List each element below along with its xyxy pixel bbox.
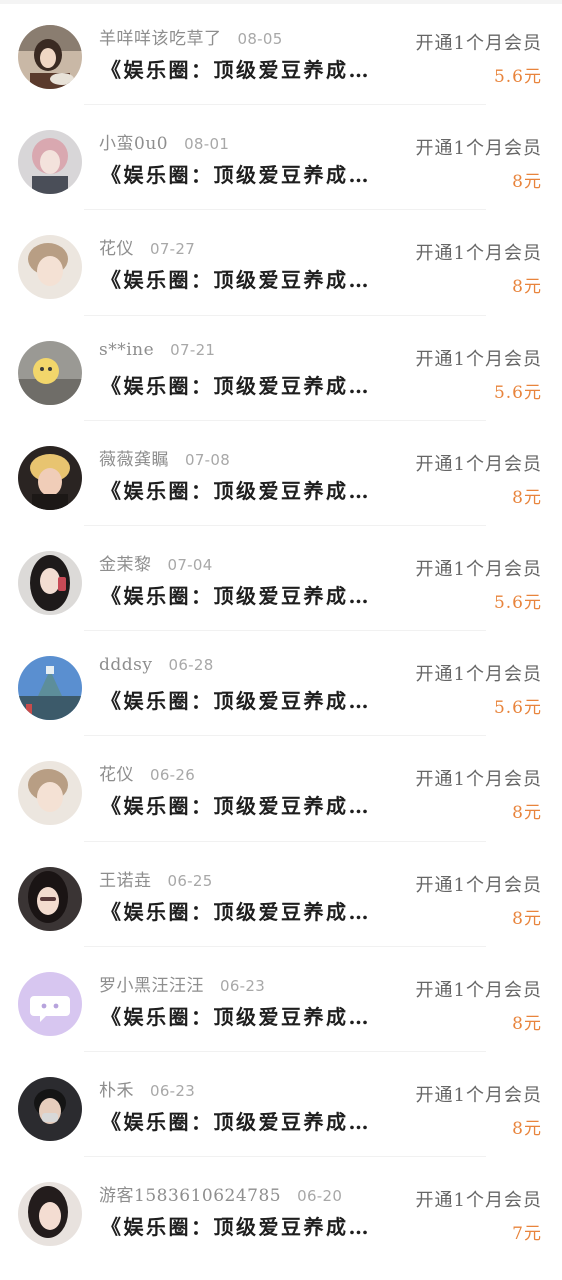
user-name: 王诺垚 (99, 870, 152, 891)
purchase-action: 开通1个月会员 (415, 979, 542, 1001)
avatar[interactable] (18, 866, 82, 931)
list-item[interactable]: s**ine 07-21 《娱乐圈：顶级爱豆养成… 开通1个月会员 5.6元 (0, 316, 562, 421)
user-name: 小蛮0u0 (99, 134, 169, 155)
purchase-action: 开通1个月会员 (415, 1190, 542, 1212)
purchase-action: 开通1个月会员 (415, 664, 542, 686)
avatar[interactable] (18, 340, 82, 405)
purchase-action: 开通1个月会员 (415, 769, 542, 791)
avatar[interactable] (18, 550, 82, 615)
book-title: 《娱乐圈：顶级爱豆养成… (101, 58, 371, 82)
purchase-action: 开通1个月会员 (415, 558, 542, 580)
book-title: 《娱乐圈：顶级爱豆养成… (101, 478, 371, 503)
user-name: s**ine (99, 339, 155, 360)
purchase-action: 开通1个月会员 (415, 243, 542, 265)
chat-bubble-icon (18, 971, 82, 1036)
purchase-date: 06-26 (150, 766, 196, 785)
purchase-date: 07-08 (185, 450, 231, 469)
user-name: 花仪 (99, 239, 134, 260)
price: 8元 (512, 1013, 542, 1034)
book-title: 《娱乐圈：顶级爱豆养成… (101, 1215, 371, 1240)
purchase-date: 07-21 (170, 340, 216, 359)
avatar[interactable] (18, 25, 82, 89)
list-item[interactable]: 小蛮0u0 08-01 《娱乐圈：顶级爱豆养成… 开通1个月会员 8元 (0, 105, 562, 211)
book-title: 《娱乐圈：顶级爱豆养成… (101, 689, 371, 714)
avatar[interactable] (18, 1182, 82, 1247)
price: 8元 (512, 277, 542, 298)
price: 5.6元 (493, 67, 542, 87)
price: 5.6元 (493, 592, 542, 613)
purchase-date: 06-20 (297, 1187, 343, 1206)
purchase-action: 开通1个月会员 (415, 348, 542, 370)
list-item[interactable]: 罗小黑汪汪汪 06-23 《娱乐圈：顶级爱豆养成… 开通1个月会员 8元 (0, 947, 562, 1052)
price: 8元 (512, 803, 542, 824)
book-title: 《娱乐圈：顶级爱豆养成… (101, 163, 371, 188)
list-item[interactable]: 花仪 07-27 《娱乐圈：顶级爱豆养成… 开通1个月会员 8元 (0, 210, 562, 316)
purchase-date: 06-28 (168, 656, 214, 675)
avatar[interactable] (18, 1076, 82, 1141)
book-title: 《娱乐圈：顶级爱豆养成… (101, 794, 371, 819)
price: 5.6元 (493, 382, 542, 403)
avatar[interactable] (18, 656, 82, 721)
book-title: 《娱乐圈：顶级爱豆养成… (101, 583, 371, 608)
purchase-date: 06-25 (167, 871, 213, 890)
purchase-list: 羊咩咩该吃草了 08-05 《娱乐圈：顶级爱豆养成… 开通1个月会员 5.6元 … (0, 0, 562, 1262)
price: 8元 (512, 1118, 542, 1139)
list-item[interactable]: 金茉黎 07-04 《娱乐圈：顶级爱豆养成… 开通1个月会员 5.6元 (0, 526, 562, 632)
user-name: 薇薇龚瞩 (99, 449, 169, 470)
avatar[interactable] (18, 130, 82, 195)
purchase-action: 开通1个月会员 (415, 33, 542, 54)
list-item[interactable]: 花仪 06-26 《娱乐圈：顶级爱豆养成… 开通1个月会员 8元 (0, 736, 562, 842)
purchase-date: 06-23 (220, 976, 266, 995)
list-item[interactable]: 王诺垚 06-25 《娱乐圈：顶级爱豆养成… 开通1个月会员 8元 (0, 842, 562, 947)
purchase-date: 07-27 (150, 240, 196, 259)
user-name: 羊咩咩该吃草了 (99, 29, 222, 49)
book-title: 《娱乐圈：顶级爱豆养成… (101, 1109, 371, 1134)
list-item[interactable]: 朴禾 06-23 《娱乐圈：顶级爱豆养成… 开通1个月会员 8元 (0, 1052, 562, 1158)
user-name: 朴禾 (99, 1080, 134, 1101)
list-item[interactable]: dddsy 06-28 《娱乐圈：顶级爱豆养成… 开通1个月会员 5.6元 (0, 631, 562, 737)
list-item[interactable]: 游客1583610624785 06-20 《娱乐圈：顶级爱豆养成… 开通1个月… (0, 1157, 562, 1262)
avatar[interactable] (18, 761, 82, 826)
price: 8元 (512, 487, 542, 508)
price: 8元 (512, 172, 542, 193)
purchase-action: 开通1个月会员 (415, 1084, 542, 1106)
user-name: dddsy (99, 655, 153, 676)
purchase-action: 开通1个月会员 (415, 138, 542, 160)
user-name: 游客1583610624785 (99, 1186, 282, 1207)
purchase-date: 08-01 (184, 135, 230, 154)
user-name: 罗小黑汪汪汪 (99, 975, 204, 996)
list-item[interactable]: 薇薇龚瞩 07-08 《娱乐圈：顶级爱豆养成… 开通1个月会员 8元 (0, 421, 562, 526)
purchase-date: 08-05 (237, 30, 283, 48)
avatar[interactable] (18, 971, 82, 1036)
purchase-date: 06-23 (150, 1081, 196, 1100)
purchase-action: 开通1个月会员 (415, 874, 542, 896)
price: 5.6元 (493, 698, 542, 719)
book-title: 《娱乐圈：顶级爱豆养成… (101, 1004, 371, 1029)
user-name: 花仪 (99, 765, 134, 786)
user-name: 金茉黎 (99, 554, 152, 575)
purchase-action: 开通1个月会员 (415, 453, 542, 475)
price: 8元 (512, 908, 542, 929)
avatar[interactable] (18, 235, 82, 300)
purchase-record-page: 羊咩咩该吃草了 08-05 《娱乐圈：顶级爱豆养成… 开通1个月会员 5.6元 … (0, 0, 562, 1280)
book-title: 《娱乐圈：顶级爱豆养成… (101, 373, 371, 398)
price: 7元 (512, 1224, 542, 1245)
book-title: 《娱乐圈：顶级爱豆养成… (101, 899, 371, 924)
avatar[interactable] (18, 445, 82, 510)
book-title: 《娱乐圈：顶级爱豆养成… (101, 268, 371, 293)
purchase-date: 07-04 (167, 555, 213, 574)
list-item[interactable]: 羊咩咩该吃草了 08-05 《娱乐圈：顶级爱豆养成… 开通1个月会员 5.6元 (0, 0, 562, 106)
